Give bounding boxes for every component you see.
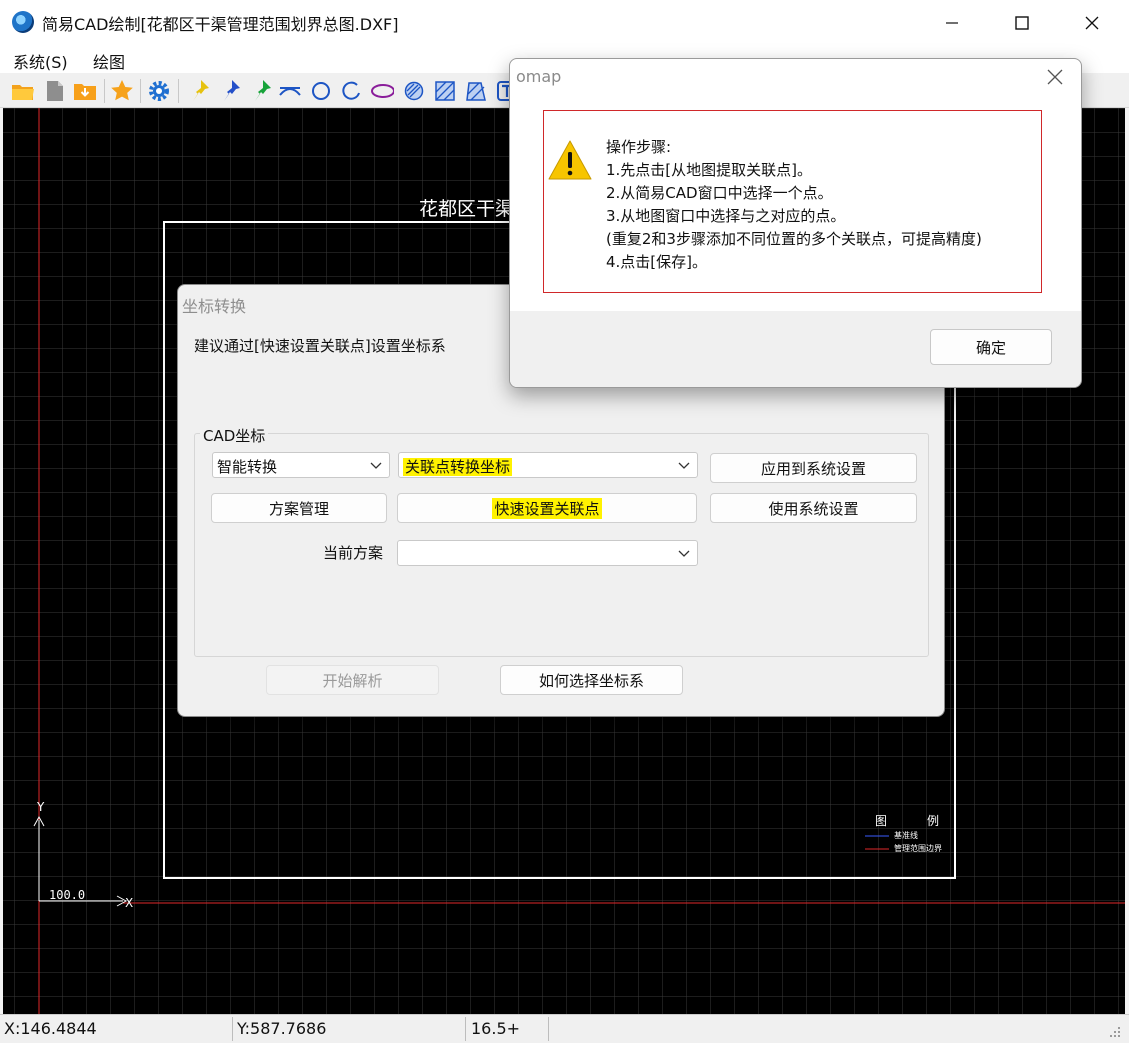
maximize-icon [1015,15,1029,30]
current-plan-label: 当前方案 [323,544,384,562]
message-line: (重复2和3步骤添加不同位置的多个关联点，可提高精度) [606,230,982,248]
axis-value: 100.0 [49,888,86,902]
status-separator [548,1017,549,1041]
close-window-button[interactable] [1057,0,1127,45]
apply-to-system-button[interactable]: 应用到系统设置 [710,453,917,483]
green-pin-icon[interactable] [250,79,274,103]
toolbar-separator [104,79,105,103]
new-file-icon[interactable] [43,79,67,103]
open-folder-icon[interactable] [11,79,35,103]
current-plan-combo[interactable] [397,540,698,566]
how-to-choose-system-button[interactable]: 如何选择坐标系 [500,665,683,695]
method-combo-value: 关联点转换坐标 [403,458,513,476]
axis-x-label: X [125,896,134,910]
hatch-circle-icon[interactable] [402,79,426,103]
message-line: 1.先点击[从地图提取关联点]。 [606,161,813,179]
legend-title-left: 图 [875,814,888,828]
toolbar-separator [140,79,141,103]
start-parse-button[interactable]: 开始解析 [266,665,439,695]
toolbar-separator [178,79,179,103]
axis-y-label: Y [37,800,45,814]
method-combo[interactable]: 关联点转换坐标 [398,452,698,478]
status-separator [232,1017,233,1041]
legend-item: 管理范围边界 [894,844,942,853]
ok-button[interactable]: 确定 [930,329,1052,365]
status-zoom: 16.5+ [471,1019,521,1038]
message-line: 4.点击[保存]。 [606,253,708,271]
quick-set-points-button[interactable]: 快速设置关联点 [397,493,697,523]
minimize-icon [946,21,958,24]
status-y-coordinate: Y:587.7686 [237,1019,327,1038]
blue-pin-icon[interactable] [219,79,243,103]
status-separator [465,1017,466,1041]
menu-draw[interactable]: 绘图 [93,49,125,73]
use-system-settings-button[interactable]: 使用系统设置 [710,493,917,523]
resize-grip-icon[interactable] [1108,1025,1122,1039]
close-icon[interactable] [1043,65,1067,89]
legend-item: 基准线 [894,831,918,840]
close-icon [1085,16,1099,29]
omap-title: omap [516,67,562,86]
dialog-title: 坐标转换 [182,297,247,316]
app-logo-icon [12,11,34,33]
message-line: 3.从地图窗口中选择与之对应的点。 [606,207,846,225]
minimize-button[interactable] [917,0,987,45]
maximize-button[interactable] [987,0,1057,45]
drawing-title: 花都区干渠 [419,198,515,220]
hatch-polygon-icon[interactable] [464,79,488,103]
message-line: 操作步骤: [606,138,672,156]
hatch-square-icon[interactable] [433,79,457,103]
partial-circle-icon[interactable] [339,79,363,103]
plan-management-button[interactable]: 方案管理 [211,493,387,523]
mode-combo-value: 智能转换 [217,458,278,476]
group-label: CAD坐标 [200,425,269,446]
message-line: 2.从简易CAD窗口中选择一个点。 [606,184,833,202]
message-box: 操作步骤: 1.先点击[从地图提取关联点]。 2.从简易CAD窗口中选择一个点。… [543,110,1042,293]
title-bar: 简易CAD绘制[花都区干渠管理范围划界总图.DXF] [0,0,1129,45]
quick-set-points-label: 快速设置关联点 [492,497,602,519]
omap-message-dialog: omap 操作步骤: 1.先点击[从地图提取关联点]。 2.从简易CAD窗口中选… [509,58,1082,388]
settings-gear-icon[interactable] [147,79,171,103]
yellow-pin-icon[interactable] [188,79,212,103]
chevron-down-icon [370,462,382,469]
status-bar: X:146.4844 Y:587.7686 16.5+ [0,1014,1129,1043]
mode-combo[interactable]: 智能转换 [212,452,390,478]
ellipse-icon[interactable] [370,79,394,103]
legend-title-right: 例 [927,814,940,828]
dialog-hint: 建议通过[快速设置关联点]设置坐标系 [194,337,446,355]
favorite-star-icon[interactable] [110,79,134,103]
chevron-down-icon [678,462,690,469]
menu-system[interactable]: 系统(S) [13,49,68,73]
circle-icon[interactable] [309,79,333,103]
chevron-down-icon [678,550,690,557]
window-title: 简易CAD绘制[花都区干渠管理范围划界总图.DXF] [42,15,399,34]
save-icon[interactable] [73,79,97,103]
status-x-coordinate: X:146.4844 [4,1019,97,1038]
warning-icon [548,140,592,180]
arc-icon[interactable] [278,79,302,103]
